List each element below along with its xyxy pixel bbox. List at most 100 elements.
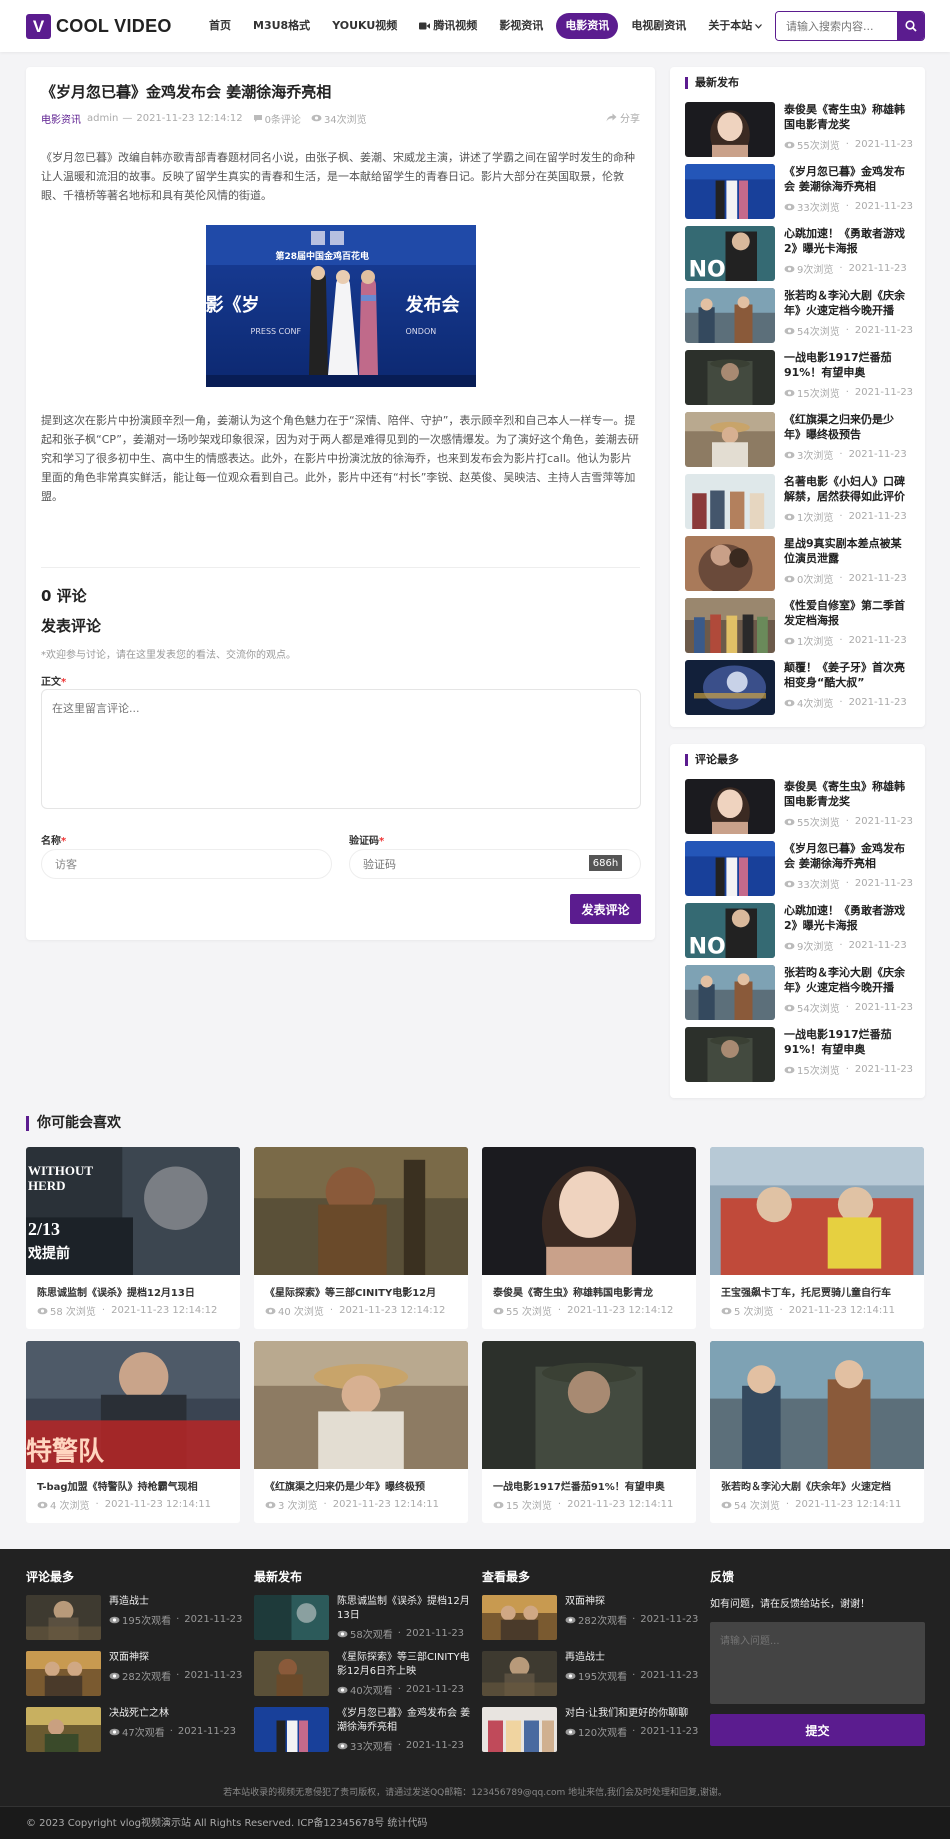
search-input[interactable] [776,12,897,40]
footer-video-title[interactable]: 决战死亡之林 [109,1707,244,1721]
nav-home[interactable]: 首页 [200,13,240,39]
recommended-card[interactable]: 一战电影1917烂番茄91%！有望申奥 15 次浏览 · 2021-11-23 12:… [482,1341,696,1523]
recommended-thumbnail[interactable] [254,1341,468,1469]
post-thumbnail[interactable] [685,598,775,653]
recommended-thumbnail[interactable]: WITHOUT HERD 2/13 戏提前 [26,1147,240,1275]
recommended-thumbnail[interactable]: 特警队 [26,1341,240,1469]
footer-video-item[interactable]: 再造战士 195次观看 · 2021-11-23 [26,1595,244,1642]
feedback-field[interactable] [710,1622,925,1704]
post-thumbnail[interactable] [685,288,775,343]
footer-video-item[interactable]: 双面神探 282次观看 · 2021-11-23 [26,1651,244,1698]
recommended-title[interactable]: 《星际探索》等三部CINITY电影12月 [254,1284,468,1299]
sidebar-post-item[interactable]: 《红旗渠之归来仍是少年》曝终极预告 3次浏览 · 2021-11-23 [685,412,910,468]
sidebar-post-item[interactable]: 泰俊昊《寄生虫》称雄韩国电影青龙奖 55次浏览 · 2021-11-23 [685,779,913,835]
sidebar-post-item[interactable]: 星战9真实剧本差点被某位演员泄露 0次浏览 · 2021-11-23 [685,536,910,592]
recommended-thumbnail[interactable] [482,1147,696,1275]
recommended-title[interactable]: 陈思诚监制《误杀》提档12月13日 [26,1284,240,1299]
post-thumbnail[interactable] [685,660,775,715]
post-thumbnail[interactable] [685,536,775,591]
footer-video-thumbnail[interactable] [254,1707,329,1752]
recommended-card[interactable]: 《红旗渠之归来仍是少年》曝终极预 3 次浏览 · 2021-11-23 12:14:1… [254,1341,468,1523]
footer-video-item[interactable]: 《岁月忽已暮》金鸡发布会 姜潮徐海乔亮相 33次观看 · 2021-11-23 [254,1707,472,1754]
post-title[interactable]: 一战电影1917烂番茄91%！有望申奥 [784,350,910,380]
footer-video-title[interactable]: 双面神探 [565,1595,700,1609]
footer-video-thumbnail[interactable] [26,1707,101,1752]
nav-movie-news[interactable]: 电影资讯 [556,13,619,39]
post-title[interactable]: 《岁月忽已暮》金鸡发布会 姜潮徐海乔亮相 [784,164,910,194]
recommended-card[interactable]: 《星际探索》等三部CINITY电影12月 40 次浏览 · 2021-11-23 12… [254,1147,468,1329]
footer-video-thumbnail[interactable] [26,1595,101,1640]
footer-video-title[interactable]: 《岁月忽已暮》金鸡发布会 姜潮徐海乔亮相 [337,1707,472,1735]
sidebar-post-item[interactable]: 名著电影《小妇人》口碑解禁，居然获得如此评价 1次浏览 · 2021-11-23 [685,474,910,530]
post-thumbnail[interactable]: NO [685,903,775,958]
sidebar-post-item[interactable]: NO 心跳加速！《勇敢者游戏2》曝光卡海报 9次浏览 · 2021-11-23 [685,903,910,959]
captcha-image[interactable]: 686h [589,855,622,871]
post-thumbnail[interactable] [685,102,775,157]
recommended-card[interactable]: 张若昀＆李沁大剧《庆余年》火速定档 54 次浏览 · 2021-11-23 12:14… [710,1341,924,1523]
name-field[interactable] [41,849,332,879]
sidebar-post-item[interactable]: 《岁月忽已暮》金鸡发布会 姜潮徐海乔亮相 33次浏览 · 2021-11-23 [685,164,913,220]
recommended-thumbnail[interactable] [482,1341,696,1469]
post-title[interactable]: 《红旗渠之归来仍是少年》曝终极预告 [784,412,910,442]
footer-video-title[interactable]: 双面神探 [109,1651,244,1665]
footer-video-thumbnail[interactable] [482,1707,557,1752]
post-thumbnail[interactable] [685,474,775,529]
recommended-card[interactable]: 泰俊昊《寄生虫》称雄韩国电影青龙 55 次浏览 · 2021-11-23 12:14:… [482,1147,696,1329]
post-title[interactable]: 星战9真实剧本差点被某位演员泄露 [784,536,910,566]
search-button[interactable] [897,12,924,40]
footer-video-thumbnail[interactable] [254,1595,329,1640]
recommended-thumbnail[interactable] [710,1147,924,1275]
recommended-title[interactable]: 《红旗渠之归来仍是少年》曝终极预 [254,1478,468,1493]
post-title[interactable]: 一战电影1917烂番茄91%！有望申奥 [784,1027,910,1057]
nav-youku[interactable]: YOUKU视频 [323,13,406,39]
post-title[interactable]: 张若昀＆李沁大剧《庆余年》火速定档今晚开播 [784,288,910,318]
comment-body-field[interactable] [41,689,641,809]
sidebar-post-item[interactable]: 泰俊昊《寄生虫》称雄韩国电影青龙奖 55次浏览 · 2021-11-23 [685,102,913,158]
recommended-thumbnail[interactable] [710,1341,924,1469]
footer-video-title[interactable]: 陈思诚监制《误杀》提档12月13日 [337,1595,472,1623]
site-logo[interactable]: V COOL VIDEO [26,14,172,39]
post-title[interactable]: 泰俊昊《寄生虫》称雄韩国电影青龙奖 [784,779,910,809]
sidebar-post-item[interactable]: 颠覆！《姜子牙》首次亮相变身“酷大叔” 4次浏览 · 2021-11-23 [685,660,910,716]
nav-film-info[interactable]: 影视资讯 [490,13,552,39]
recommended-thumbnail[interactable] [254,1147,468,1275]
sidebar-post-item[interactable]: 《性爱自修室》第二季首发定档海报 1次浏览 · 2021-11-23 [685,598,910,654]
nav-about[interactable]: 关于本站 [699,13,771,39]
post-thumbnail[interactable] [685,350,775,405]
footer-video-thumbnail[interactable] [254,1651,329,1696]
post-thumbnail[interactable] [685,1027,775,1082]
footer-video-title[interactable]: 再造战士 [565,1651,700,1665]
recommended-title[interactable]: 泰俊昊《寄生虫》称雄韩国电影青龙 [482,1284,696,1299]
recommended-card[interactable]: 特警队 T-bag加盟《特警队》持枪霸气现相 4 次浏览 · 2021-11-23 12… [26,1341,240,1523]
post-title[interactable]: 名著电影《小妇人》口碑解禁，居然获得如此评价 [784,474,910,504]
sidebar-post-item[interactable]: 一战电影1917烂番茄91%！有望申奥 15次浏览 · 2021-11-23 [685,1027,913,1083]
recommended-title[interactable]: T-bag加盟《特警队》持枪霸气现相 [26,1478,240,1493]
post-title[interactable]: 颠覆！《姜子牙》首次亮相变身“酷大叔” [784,660,910,690]
post-thumbnail[interactable] [685,841,775,896]
post-thumbnail[interactable] [685,965,775,1020]
submit-comment-button[interactable]: 发表评论 [570,894,641,924]
footer-video-thumbnail[interactable] [26,1651,101,1696]
footer-video-title[interactable]: 《星际探索》等三部CINITY电影12月6日齐上映 [337,1651,472,1679]
sidebar-post-item[interactable]: 张若昀＆李沁大剧《庆余年》火速定档今晚开播 54次浏览 · 2021-11-23 [685,965,913,1021]
footer-video-item[interactable]: 再造战士 195次观看 · 2021-11-23 [482,1651,700,1698]
post-title[interactable]: 《性爱自修室》第二季首发定档海报 [784,598,910,628]
recommended-card[interactable]: 王宝强飙卡丁车，托尼贾骑儿童自行车 5 次浏览 · 2021-11-23 12:14:… [710,1147,924,1329]
footer-video-thumbnail[interactable] [482,1595,557,1640]
nav-m3u8[interactable]: M3U8格式 [244,13,319,39]
post-title[interactable]: 泰俊昊《寄生虫》称雄韩国电影青龙奖 [784,102,910,132]
footer-video-thumbnail[interactable] [482,1651,557,1696]
footer-video-item[interactable]: 对白·让我们和更好的你聊聊 120次观看 · 2021-11-23 [482,1707,700,1754]
post-thumbnail[interactable] [685,164,775,219]
sidebar-post-item[interactable]: 《岁月忽已暮》金鸡发布会 姜潮徐海乔亮相 33次浏览 · 2021-11-23 [685,841,913,897]
nav-tencent[interactable]: 腾讯视频 [410,13,486,39]
sidebar-post-item[interactable]: 张若昀＆李沁大剧《庆余年》火速定档今晚开播 54次浏览 · 2021-11-23 [685,288,913,344]
footer-video-item[interactable]: 决战死亡之林 47次观看 · 2021-11-23 [26,1707,244,1754]
feedback-submit-button[interactable]: 提交 [710,1714,925,1746]
post-thumbnail[interactable]: NO [685,226,775,281]
footer-video-title[interactable]: 再造战士 [109,1595,244,1609]
post-title[interactable]: 心跳加速！《勇敢者游戏2》曝光卡海报 [784,903,910,933]
recommended-title[interactable]: 一战电影1917烂番茄91%！有望申奥 [482,1478,696,1493]
footer-video-item[interactable]: 双面神探 282次观看 · 2021-11-23 [482,1595,700,1642]
article-category[interactable]: 电影资讯 [41,111,81,126]
